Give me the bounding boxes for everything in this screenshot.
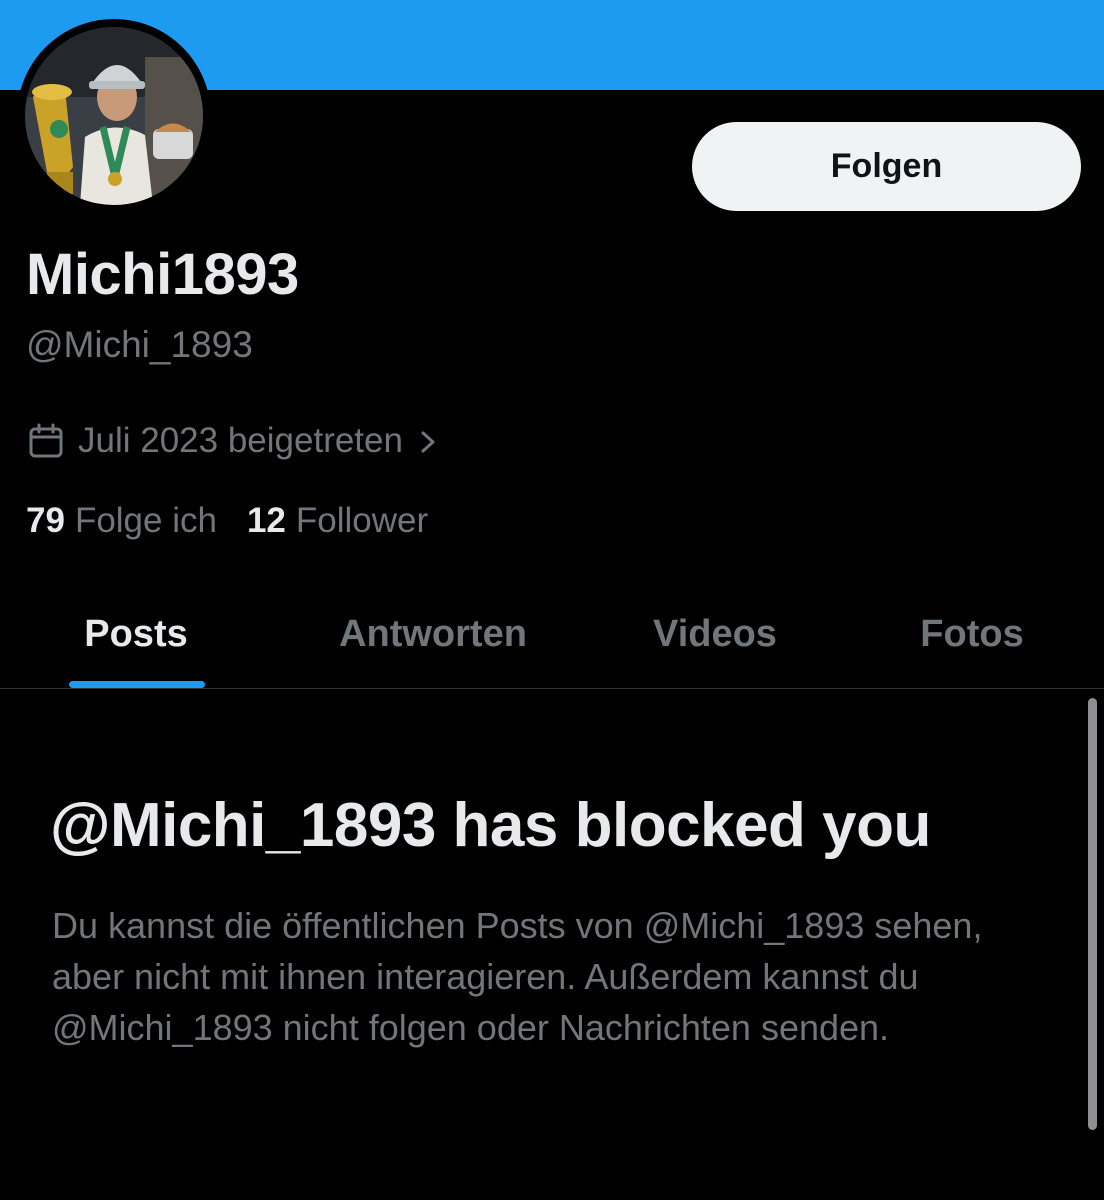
scrollbar[interactable] bbox=[1088, 698, 1097, 1130]
following-label: Folge ich bbox=[74, 501, 217, 540]
chevron-right-icon bbox=[417, 426, 439, 456]
tab-replies-label: Antworten bbox=[339, 612, 527, 655]
username-handle: @Michi_1893 bbox=[26, 324, 253, 365]
calendar-icon bbox=[26, 421, 66, 461]
profile-photo-icon bbox=[25, 27, 203, 205]
followers-count: 12 bbox=[246, 501, 286, 540]
following-stat[interactable]: 79 Folge ich bbox=[26, 501, 217, 541]
followers-stat[interactable]: 12 Follower bbox=[247, 501, 428, 541]
join-date-label: Juli 2023 beigetreten bbox=[78, 421, 403, 460]
followers-label: Follower bbox=[295, 501, 429, 540]
tab-posts-label: Posts bbox=[84, 612, 188, 655]
join-date[interactable]: Juli 2023 beigetreten bbox=[26, 418, 439, 464]
following-count: 79 bbox=[26, 501, 65, 540]
profile-stats: 79 Folge ich 12 Follower bbox=[26, 498, 458, 544]
tab-videos-label: Videos bbox=[653, 612, 777, 655]
display-name: Michi1893 bbox=[26, 242, 299, 307]
avatar[interactable] bbox=[17, 19, 211, 213]
blocked-description: Du kannst die öffentlichen Posts von @Mi… bbox=[52, 905, 983, 1048]
tab-videos[interactable]: Videos bbox=[594, 580, 836, 688]
tab-photos[interactable]: Fotos bbox=[846, 580, 1098, 688]
tab-photos-label: Fotos bbox=[920, 612, 1024, 655]
blocked-title: @Michi_1893 has blocked you bbox=[50, 791, 931, 860]
tab-posts[interactable]: Posts bbox=[0, 580, 272, 688]
profile-tabs: Posts Antworten Videos Fotos bbox=[0, 580, 1104, 689]
follow-button[interactable]: Folgen bbox=[692, 122, 1081, 211]
active-tab-indicator bbox=[69, 681, 205, 688]
tab-replies[interactable]: Antworten bbox=[272, 580, 594, 688]
